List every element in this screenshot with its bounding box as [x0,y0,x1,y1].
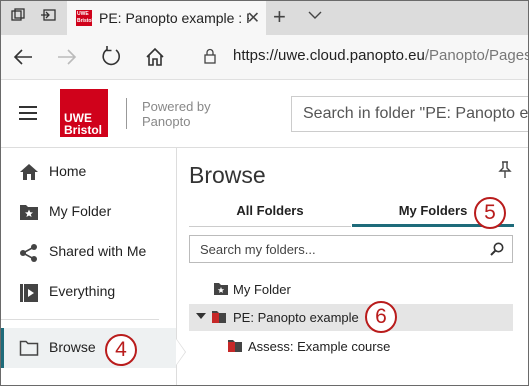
callout-4: 4 [105,334,137,366]
tree-item-label: My Folder [233,282,291,297]
sidebar-item-home[interactable]: Home [1,152,176,192]
close-tab-icon[interactable]: ✕ [247,8,260,28]
logo-line-2: Bristol [64,123,103,137]
browser-window: UWE Bristol PE: Panopto example : P ✕ + h… [0,0,529,386]
refresh-icon[interactable] [97,43,125,71]
url-host: https://uwe.cloud.panopto.eu [233,47,425,64]
sidebar-item-label: Home [49,163,87,179]
lock-icon [204,48,216,64]
set-tabs-aside-icon[interactable] [39,8,57,26]
callout-5: 5 [474,197,506,229]
caret-down-icon[interactable] [196,313,206,319]
logo-divider [126,98,127,129]
sidebar-item-label: My Folder [49,203,112,219]
tab-strip: UWE Bristol PE: Panopto example : P ✕ + [1,1,528,35]
sidebar-item-label: Shared with Me [49,243,147,259]
flyout-pointer [176,339,185,365]
uwe-bristol-logo[interactable]: UWE Bristol [60,89,108,137]
panopto-header: UWE Bristol Powered by Panopto Search in f… [1,80,528,148]
tree-item-assess-example-course[interactable]: Assess: Example course [189,333,513,360]
home-icon [20,164,38,180]
tab-title: PE: Panopto example : P [99,10,249,26]
sidebar-item-label: Everything [49,283,116,299]
url-path: /Panopto/Pages/Sessi [424,47,528,64]
powered-line-2: Panopto [142,114,191,129]
hamburger-menu-icon[interactable] [19,106,37,120]
pin-icon[interactable] [498,161,512,179]
tab-all-folders[interactable]: All Folders [189,191,351,227]
address-bar-row: https://uwe.cloud.panopto.eu/Panopto/Pag… [1,35,528,80]
url-field[interactable]: https://uwe.cloud.panopto.eu/Panopto/Pag… [233,47,528,64]
chevron-down-icon[interactable] [308,7,322,23]
tab-actions-icon[interactable] [9,8,27,26]
tree-item-label: PE: Panopto example [233,310,359,325]
back-arrow-icon[interactable] [9,43,37,71]
powered-line-1: Powered by [142,99,211,114]
folder-icon [212,311,226,323]
uwe-favicon-icon: UWE Bristol [76,10,93,26]
folder-tabs: All Folders My Folders [189,191,514,227]
sidebar-item-everything[interactable]: Everything [1,272,176,312]
browse-title: Browse [189,162,266,188]
folder-outline-icon [19,340,39,356]
search-icon[interactable] [490,242,504,256]
new-tab-icon[interactable]: + [273,4,286,30]
folder-search-input[interactable]: Search in folder "PE: Panopto exampl [291,96,528,132]
search-my-folders-placeholder: Search my folders... [200,242,316,257]
tree-item-pe-panopto-example[interactable]: PE: Panopto example [189,304,513,331]
folder-icon [228,340,242,352]
share-icon [20,244,37,262]
play-library-icon [20,284,38,302]
sidebar-divider [1,319,159,320]
home-button-icon[interactable] [141,43,169,71]
folder-star-icon [214,283,228,295]
folder-star-icon [20,205,38,220]
tree-item-label: Assess: Example course [248,339,391,354]
sidebar-item-shared[interactable]: Shared with Me [1,232,176,272]
left-sidebar: Home My Folder Shared with Me Everything… [1,148,177,385]
sidebar-item-browse[interactable]: Browse [1,328,176,368]
forward-arrow-icon[interactable] [53,43,81,71]
callout-6: 6 [365,301,397,333]
sidebar-item-label: Browse [49,339,96,355]
tree-item-my-folder[interactable]: My Folder [189,276,513,303]
powered-by-panopto: Powered by Panopto [142,99,222,129]
search-my-folders-input[interactable]: Search my folders... [189,235,513,263]
active-tab[interactable]: UWE Bristol PE: Panopto example : P ✕ [67,1,266,35]
sidebar-item-my-folder[interactable]: My Folder [1,192,176,232]
